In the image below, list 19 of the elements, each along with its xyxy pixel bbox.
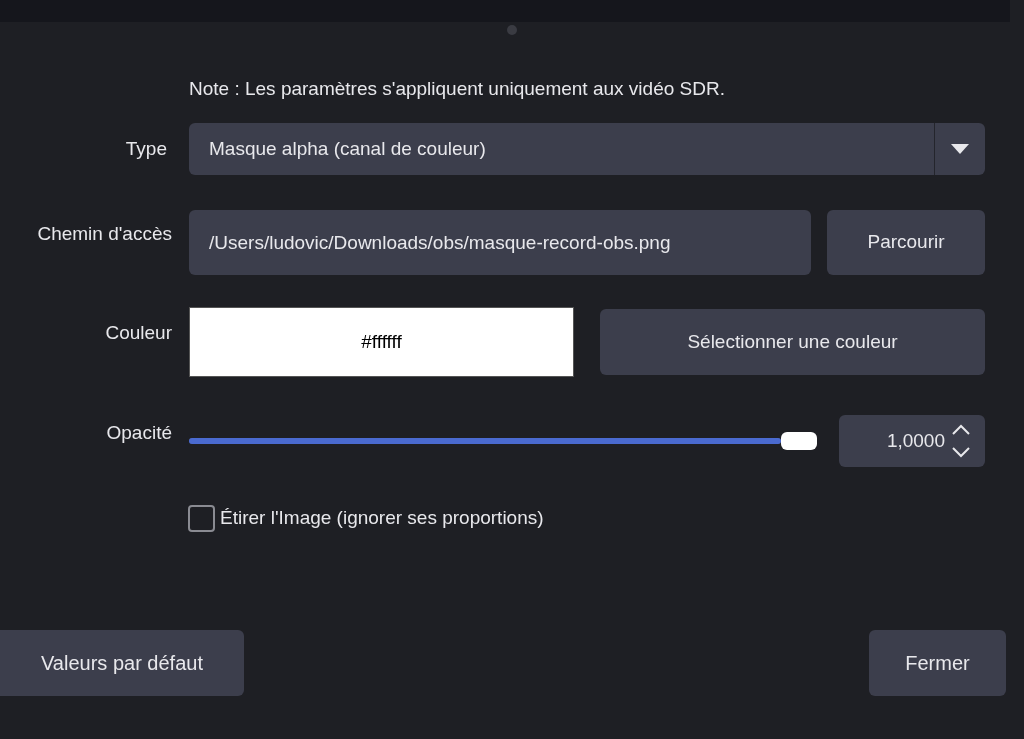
path-field[interactable]: /Users/ludovic/Downloads/obs/masque-record-obs.png xyxy=(189,210,811,275)
close-button[interactable]: Fermer xyxy=(869,630,1006,696)
field-label: Chemin d'accès xyxy=(36,222,172,246)
caret-icon xyxy=(951,144,969,154)
browse-button[interactable]: Parcourir xyxy=(827,210,985,275)
slider-thumb[interactable] xyxy=(781,432,817,450)
field-label: Type xyxy=(124,136,167,161)
opacity-spinbox[interactable]: 1,0000 xyxy=(839,415,985,467)
checkbox-label[interactable]: Étirer l'Image (ignorer ses proportions) xyxy=(220,503,544,533)
field-label: Opacité xyxy=(105,421,172,445)
checkbox[interactable] xyxy=(188,504,215,532)
color-value: #ffffff xyxy=(361,329,402,354)
type-dropdown[interactable]: Masque alpha (canal de couleur) xyxy=(189,123,985,175)
note-text: Note : Les paramètres s'appliquent uniquement aux vidéo SDR. xyxy=(189,76,725,101)
defaults-button[interactable]: Valeurs par défaut xyxy=(0,630,244,696)
drag-handle[interactable] xyxy=(507,25,517,35)
field-label: Couleur xyxy=(104,321,172,345)
select-color-button[interactable]: Sélectionner une couleur xyxy=(600,309,985,375)
spin-arrows-icon[interactable] xyxy=(951,423,971,459)
